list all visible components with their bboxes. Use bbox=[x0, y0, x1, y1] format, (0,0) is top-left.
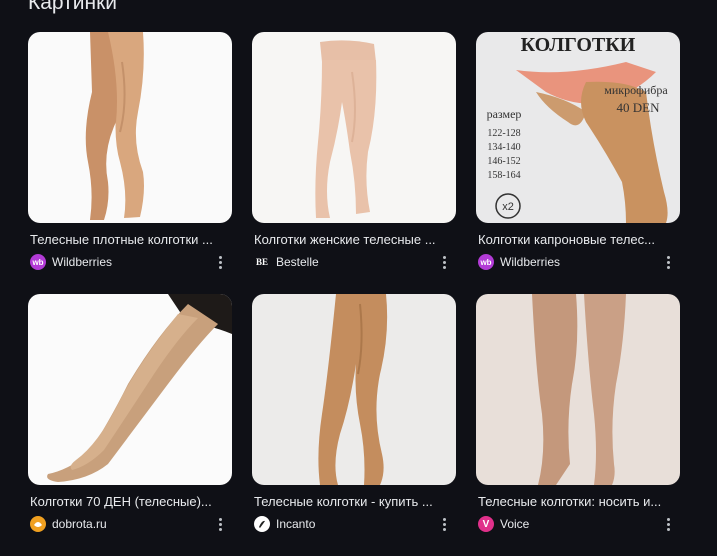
result-thumbnail[interactable] bbox=[28, 294, 232, 485]
result-thumbnail[interactable] bbox=[252, 32, 456, 223]
result-thumbnail[interactable] bbox=[28, 32, 232, 223]
more-options-icon[interactable] bbox=[214, 253, 226, 271]
image-result-card[interactable]: Телесные колготки - купить ... Incanto bbox=[252, 294, 456, 533]
tights-photo bbox=[28, 32, 232, 223]
package-size: 146-152 bbox=[487, 156, 520, 167]
result-thumbnail[interactable]: КОЛГОТКИ микрофибра 40 DEN размер 122-12… bbox=[476, 32, 680, 223]
image-result-card[interactable]: Колготки женские телесные ... BE Bestell… bbox=[252, 32, 456, 271]
tights-photo bbox=[476, 294, 680, 485]
package-size: 122-128 bbox=[487, 128, 520, 139]
source-name[interactable]: dobrota.ru bbox=[52, 517, 107, 531]
source-name[interactable]: Incanto bbox=[276, 517, 315, 531]
source-name[interactable]: Wildberries bbox=[500, 255, 560, 269]
more-options-icon[interactable] bbox=[438, 253, 450, 271]
package-material: микрофибра bbox=[604, 83, 668, 97]
result-source: dobrota.ru bbox=[28, 515, 232, 533]
result-caption[interactable]: Колготки 70 ДЕН (телесные)... bbox=[28, 494, 230, 510]
result-thumbnail[interactable] bbox=[476, 294, 680, 485]
result-caption[interactable]: Колготки женские телесные ... bbox=[252, 232, 454, 248]
result-caption[interactable]: Колготки капроновые телес... bbox=[476, 232, 678, 248]
more-options-icon[interactable] bbox=[662, 515, 674, 533]
more-options-icon[interactable] bbox=[438, 515, 450, 533]
more-options-icon[interactable] bbox=[214, 515, 226, 533]
wildberries-logo-icon: wb bbox=[478, 254, 494, 270]
wildberries-logo-icon: wb bbox=[30, 254, 46, 270]
package-size: 158-164 bbox=[487, 170, 520, 181]
image-result-card[interactable]: Телесные плотные колготки ... wb Wildber… bbox=[28, 32, 232, 271]
tights-photo bbox=[252, 32, 456, 223]
result-source: BE Bestelle bbox=[252, 253, 456, 271]
result-source: wb Wildberries bbox=[476, 253, 680, 271]
source-name[interactable]: Wildberries bbox=[52, 255, 112, 269]
image-result-card[interactable]: КОЛГОТКИ микрофибра 40 DEN размер 122-12… bbox=[476, 32, 680, 271]
dobrota-logo-icon bbox=[30, 516, 46, 532]
incanto-logo-icon bbox=[254, 516, 270, 532]
package-density: 40 DEN bbox=[617, 100, 661, 115]
image-result-card[interactable]: Колготки 70 ДЕН (телесные)... dobrota.ru bbox=[28, 294, 232, 533]
source-name[interactable]: Bestelle bbox=[276, 255, 319, 269]
package-size: 134-140 bbox=[487, 142, 520, 153]
tights-photo bbox=[252, 294, 456, 485]
source-name[interactable]: Voice bbox=[500, 517, 529, 531]
result-caption[interactable]: Телесные колготки: носить и... bbox=[476, 494, 678, 510]
result-source: V Voice bbox=[476, 515, 680, 533]
image-result-card[interactable]: Телесные колготки: носить и... V Voice bbox=[476, 294, 680, 533]
result-caption[interactable]: Телесные плотные колготки ... bbox=[28, 232, 230, 248]
package-count-badge: x2 bbox=[502, 201, 514, 213]
more-options-icon[interactable] bbox=[662, 253, 674, 271]
result-thumbnail[interactable] bbox=[252, 294, 456, 485]
result-source: Incanto bbox=[252, 515, 456, 533]
image-results-grid: Телесные плотные колготки ... wb Wildber… bbox=[28, 32, 680, 542]
tights-package-photo: КОЛГОТКИ микрофибра 40 DEN размер 122-12… bbox=[476, 32, 680, 223]
package-size-label: размер bbox=[487, 107, 522, 121]
result-source: wb Wildberries bbox=[28, 253, 232, 271]
package-brand: КОЛГОТКИ bbox=[521, 34, 636, 56]
bestelle-logo-icon: BE bbox=[254, 254, 270, 270]
result-caption[interactable]: Телесные колготки - купить ... bbox=[252, 494, 454, 510]
tights-photo bbox=[28, 294, 232, 485]
voice-logo-icon: V bbox=[478, 516, 494, 532]
section-title: Картинки bbox=[28, 0, 117, 14]
